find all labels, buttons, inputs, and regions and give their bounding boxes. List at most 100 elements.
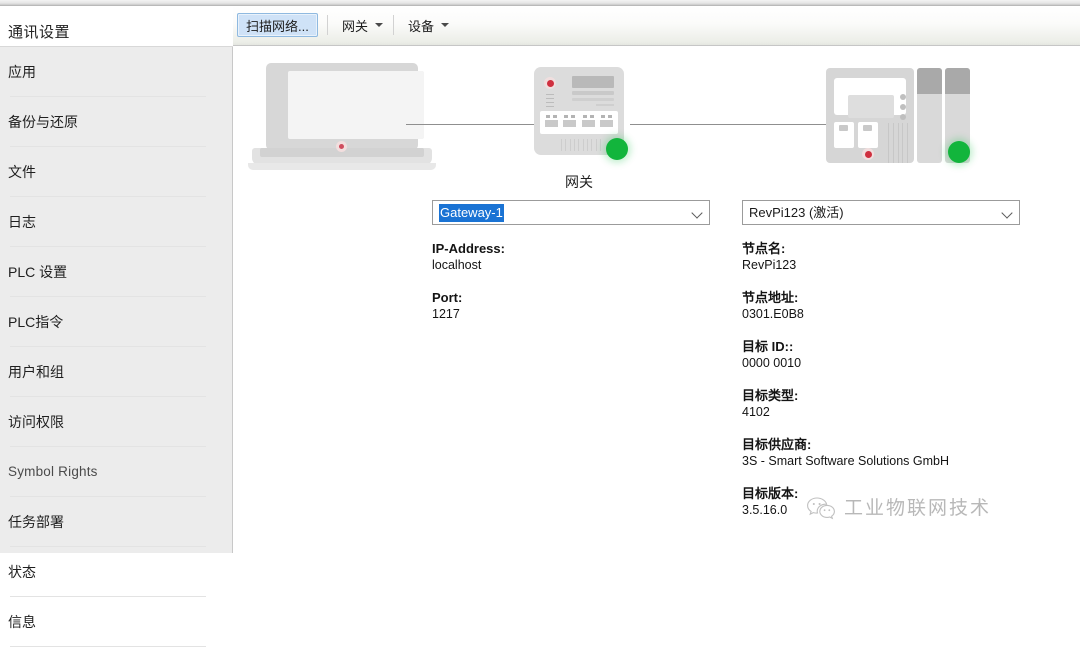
scan-network-button[interactable]: 扫描网络... <box>237 13 318 37</box>
wechat-icon <box>806 496 836 522</box>
device-target-vendor-field: 目标供应商: 3S - Smart Software Solutions Gmb… <box>742 436 1022 470</box>
sidebar-item-status[interactable]: 状态 <box>0 547 232 597</box>
gateway-select[interactable]: Gateway-1 <box>432 200 710 225</box>
laptop-foot <box>248 163 436 170</box>
plc-terminal <box>834 122 854 148</box>
gateway-status-indicator <box>606 138 628 160</box>
device-node-address-field: 节点地址: 0301.E0B8 <box>742 289 1022 323</box>
sidebar-item-access-rights[interactable]: 访问权限 <box>0 397 232 447</box>
plc-faceplate <box>834 78 906 115</box>
laptop-power-led-icon <box>336 141 347 152</box>
device-info-panel: RevPi123 (激活) 节点名: RevPi123 节点地址: 0301.E… <box>742 200 1022 519</box>
main-content: 网关 <box>234 47 1080 553</box>
sidebar-item-symbol-rights[interactable]: Symbol Rights <box>0 447 232 497</box>
device-select[interactable]: RevPi123 (激活) <box>742 200 1020 225</box>
sidebar-item-label: 任务部署 <box>8 513 64 531</box>
sidebar-item-label: Symbol Rights <box>8 463 98 481</box>
field-value: RevPi123 <box>742 257 1022 274</box>
network-topology-diagram: 网关 <box>234 47 1080 202</box>
sidebar-item-label: 备份与还原 <box>8 113 78 131</box>
gateway-port <box>562 114 577 131</box>
gateway-menu-button[interactable]: 网关 <box>333 13 392 37</box>
plc-io-module <box>917 68 942 163</box>
sidebar-item-log[interactable]: 日志 <box>0 197 232 247</box>
device-menu-button[interactable]: 设备 <box>399 13 458 37</box>
plc-cpu-module <box>826 68 914 163</box>
gateway-port-label: Port: <box>432 289 712 306</box>
gateway-panel <box>572 98 614 101</box>
gateway-port <box>544 114 559 131</box>
sidebar-item-plc-settings[interactable]: PLC 设置 <box>0 247 232 297</box>
gateway-vents <box>561 139 601 151</box>
sidebar-item-label: 信息 <box>8 613 36 631</box>
toolbar-separator-1 <box>327 15 328 35</box>
chevron-down-icon <box>375 23 383 27</box>
watermark: 工业物联网技术 <box>806 496 991 522</box>
gateway-panel <box>572 76 614 88</box>
plc-led-icon <box>862 148 874 160</box>
cable-gateway-plc <box>630 124 830 125</box>
cable-laptop-gateway <box>406 124 536 125</box>
sidebar-item-label: 访问权限 <box>8 413 64 431</box>
gateway-caption: 网关 <box>526 172 632 192</box>
gateway-port-field: Port: 1217 <box>432 289 712 323</box>
plc-vents <box>888 123 908 163</box>
laptop-icon <box>252 63 432 173</box>
sidebar-item-task-deployment[interactable]: 任务部署 <box>0 497 232 547</box>
gateway-info-panel: Gateway-1 IP-Address: localhost Port: 12… <box>432 200 712 323</box>
field-value: 4102 <box>742 404 1022 421</box>
sidebar-item-plc-shell[interactable]: PLC指令 <box>0 297 232 347</box>
device-menu-label: 设备 <box>408 16 434 35</box>
sidebar-item-label: 文件 <box>8 163 36 181</box>
field-value: 3S - Smart Software Solutions GmbH <box>742 453 1022 470</box>
gateway-ip-label: IP-Address: <box>432 240 712 257</box>
sidebar-item-label: 日志 <box>8 213 36 231</box>
device-target-type-field: 目标类型: 4102 <box>742 387 1022 421</box>
sidebar-nav: 应用 备份与还原 文件 日志 PLC 设置 PLC指令 用户和组 访问权限 Sy… <box>0 47 233 553</box>
scan-network-label: 扫描网络... <box>246 16 309 35</box>
plc-terminal <box>858 122 878 148</box>
laptop-lid <box>266 63 418 150</box>
sidebar-item-label: 状态 <box>8 563 36 581</box>
plc-display <box>848 95 894 118</box>
field-label: 目标类型: <box>742 387 1022 404</box>
device-select-value: RevPi123 (激活) <box>749 204 844 222</box>
laptop-screen <box>288 71 424 139</box>
gateway-port <box>599 114 614 131</box>
plc-status-dots <box>900 94 906 120</box>
gateway-ip-value: localhost <box>432 257 712 274</box>
sidebar-item-application[interactable]: 应用 <box>0 47 232 97</box>
field-label: 目标 ID:: <box>742 338 1022 355</box>
sidebar-item-backup-restore[interactable]: 备份与还原 <box>0 97 232 147</box>
communication-settings-window: 通讯设置 扫描网络... 网关 设备 应用 备份与还原 文件 日志 PLC 设置… <box>0 0 1080 553</box>
sidebar-item-files[interactable]: 文件 <box>0 147 232 197</box>
sidebar-item-label: PLC 设置 <box>8 263 67 281</box>
gateway-select-value: Gateway-1 <box>439 204 504 222</box>
watermark-text: 工业物联网技术 <box>844 498 991 520</box>
toolbar-separator-2 <box>393 15 394 35</box>
chevron-down-icon <box>441 23 449 27</box>
gateway-port-block <box>540 111 618 134</box>
field-label: 节点名: <box>742 240 1022 257</box>
gateway-panel <box>596 104 614 106</box>
gateway-port-value: 1217 <box>432 306 712 323</box>
device-target-id-field: 目标 ID:: 0000 0010 <box>742 338 1022 372</box>
toolbar: 扫描网络... 网关 设备 <box>233 6 1080 46</box>
sidebar-item-label: PLC指令 <box>8 313 63 331</box>
sidebar-item-information[interactable]: 信息 <box>0 597 232 647</box>
page-title: 通讯设置 <box>8 25 70 41</box>
sidebar-item-label: 用户和组 <box>8 363 64 381</box>
field-value: 0000 0010 <box>742 355 1022 372</box>
gateway-panel <box>572 91 614 95</box>
field-label: 节点地址: <box>742 289 1022 306</box>
chevron-down-icon <box>1003 209 1012 218</box>
field-label: 目标供应商: <box>742 436 1022 453</box>
gateway-led-icon <box>544 77 556 89</box>
device-node-name-field: 节点名: RevPi123 <box>742 240 1022 274</box>
plc-status-indicator <box>948 141 970 163</box>
gateway-menu-label: 网关 <box>342 16 368 35</box>
field-value: 0301.E0B8 <box>742 306 1022 323</box>
gateway-port <box>581 114 596 131</box>
sidebar-item-users-groups[interactable]: 用户和组 <box>0 347 232 397</box>
gateway-ip-field: IP-Address: localhost <box>432 240 712 274</box>
